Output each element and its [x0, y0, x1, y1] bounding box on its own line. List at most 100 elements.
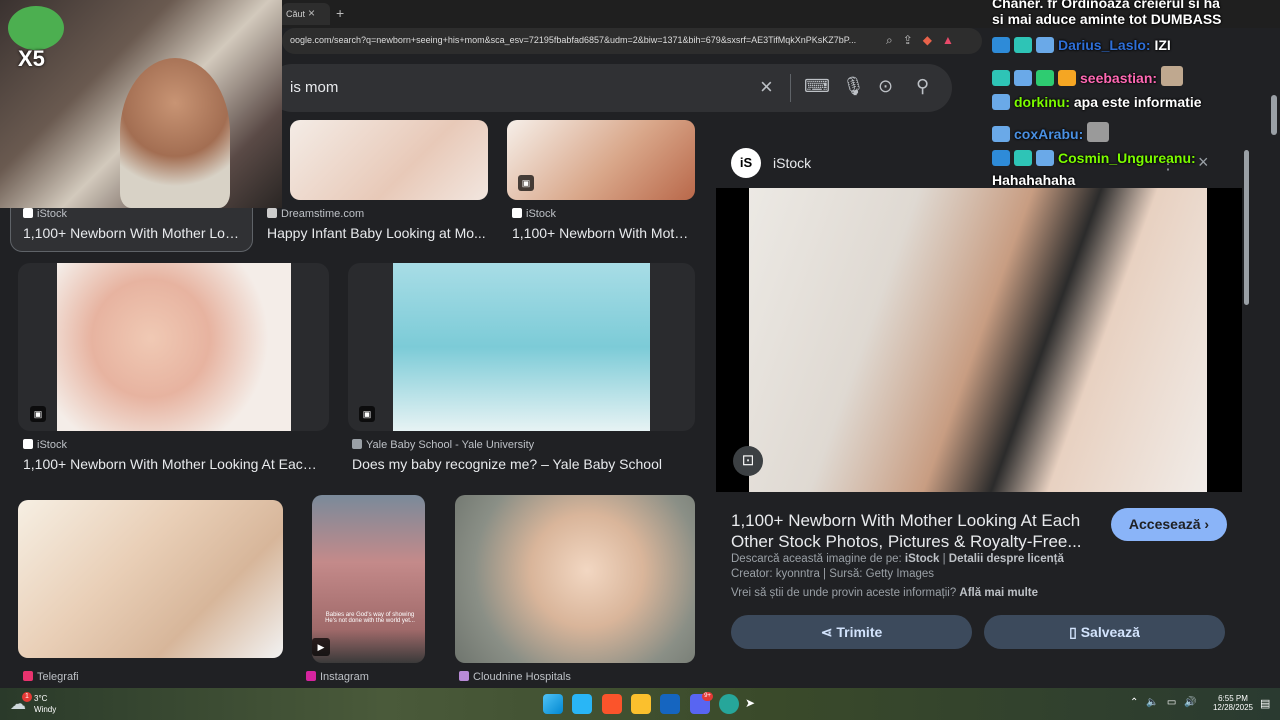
volume-icon[interactable]: 🔊: [1184, 697, 1196, 708]
result-image[interactable]: [290, 120, 488, 200]
badge-icon: [1014, 70, 1032, 86]
file-explorer-icon[interactable]: [631, 694, 651, 714]
result-image[interactable]: [18, 500, 283, 658]
badge-icon: [1058, 70, 1076, 86]
badge-icon: [992, 94, 1010, 110]
share-button[interactable]: ⋖ Trimite: [731, 615, 972, 649]
result-source: iStock: [23, 439, 67, 451]
emote-image-icon: [1087, 122, 1110, 142]
istock-logo-icon: iS: [731, 148, 761, 178]
lens-search-icon[interactable]: ⊡: [733, 446, 763, 476]
page-scrollbar[interactable]: [1271, 95, 1277, 135]
search-icon[interactable]: ⚲: [916, 76, 929, 97]
badge-icon: [1036, 37, 1054, 53]
result-title[interactable]: 1,100+ Newborn With Mother Looking At Ea…: [23, 456, 323, 472]
network-icon[interactable]: ▭: [1167, 697, 1176, 708]
yale-icon: [352, 439, 362, 449]
browser-tab[interactable]: Căut: [282, 3, 330, 25]
result-source: Instagram: [306, 671, 369, 683]
start-icon[interactable]: [543, 694, 563, 714]
result-title[interactable]: Happy Infant Baby Looking at Mo...: [267, 225, 492, 241]
app-icon[interactable]: [719, 694, 739, 714]
time: 6:55 PM: [1218, 694, 1248, 703]
result-source: Telegrafi: [23, 671, 79, 683]
badge-icon: [992, 126, 1010, 142]
image-badge-icon: ▣: [518, 175, 534, 191]
result-image[interactable]: [455, 495, 695, 663]
info-line: Vrei să știi de unde provin aceste infor…: [731, 587, 1039, 599]
search-input[interactable]: is mom: [290, 79, 338, 96]
streamer-figure: [120, 58, 230, 208]
zoom-icon[interactable]: ⌕: [886, 33, 893, 48]
badge-icon: [1014, 37, 1032, 53]
telegrafi-icon: [23, 671, 33, 681]
shield-icon[interactable]: ◆: [923, 33, 932, 48]
creator-line: Creator: kyonntra | Sursă: Getty Images: [731, 568, 935, 580]
panel-scrollbar[interactable]: [1244, 150, 1249, 305]
panel-title[interactable]: 1,100+ Newborn With Mother Looking At Ea…: [731, 510, 1082, 552]
result-source: iStock: [512, 208, 556, 220]
result-image[interactable]: [57, 263, 291, 431]
emote-image-icon: [1160, 66, 1183, 86]
learn-more-link[interactable]: Află mai multe: [959, 587, 1038, 599]
steam-icon[interactable]: [660, 694, 680, 714]
clear-icon[interactable]: ×: [760, 74, 773, 100]
result-image[interactable]: [507, 120, 695, 200]
weather-desc[interactable]: Windy: [34, 705, 56, 714]
weather-temp[interactable]: 3°C: [34, 694, 47, 703]
result-title[interactable]: 1,100+ Newborn With Moth...: [512, 225, 692, 241]
new-tab-icon[interactable]: +: [336, 5, 344, 21]
result-title[interactable]: Does my baby recognize me? – Yale Baby S…: [352, 456, 692, 472]
result-source: Cloudnine Hospitals: [459, 671, 571, 683]
chat-message: Cosmin_Ungureanu:: [992, 150, 1196, 166]
license-link[interactable]: Detalii despre licență: [949, 553, 1064, 565]
taskview-icon[interactable]: [572, 694, 592, 714]
keyboard-icon[interactable]: ⌨: [804, 76, 830, 97]
tab-close-icon[interactable]: ×: [308, 6, 315, 20]
chat-message: dorkinu: apa este informatie: [992, 94, 1202, 110]
result-source: Dreamstime.com: [267, 208, 364, 220]
chat-message: coxArabu:: [992, 122, 1113, 142]
istock-icon: [23, 208, 33, 218]
address-bar[interactable]: oogle.com/search?q=newborn+seeing+his+mo…: [282, 28, 982, 54]
badge-icon: [1014, 150, 1032, 166]
save-button[interactable]: ▯ Salvează: [984, 615, 1225, 649]
chevron-up-icon[interactable]: ⌃: [1130, 697, 1138, 708]
badge-icon: [992, 150, 1010, 166]
speaker-icon[interactable]: 🔈: [1146, 697, 1158, 708]
panel-image[interactable]: [749, 188, 1207, 492]
system-tray: ⌃ 🔈 ▭ 🔊: [1130, 697, 1197, 708]
image-badge-icon: ▣: [359, 406, 375, 422]
result-source: Yale Baby School - Yale University: [352, 439, 534, 451]
badge-icon: [1036, 150, 1054, 166]
result-image[interactable]: [393, 263, 650, 431]
close-icon[interactable]: ×: [1198, 152, 1209, 173]
download-source-link[interactable]: iStock: [905, 553, 940, 565]
chat-message-continued: Hahahahaha: [992, 172, 1076, 188]
panel-source[interactable]: iStock: [773, 155, 811, 171]
notification-icon[interactable]: ▤: [1260, 697, 1270, 710]
result-title[interactable]: 1,100+ Newborn With Mother Loo...: [23, 225, 243, 241]
brave-browser-icon[interactable]: [602, 694, 622, 714]
share-icon[interactable]: ⇪: [903, 33, 913, 48]
download-line: Descarcă această imagine de pe: iStock |…: [731, 553, 1064, 565]
badge-icon: [992, 37, 1010, 53]
triangle-icon[interactable]: ▲: [942, 33, 954, 48]
pepe-emote-icon: [8, 6, 64, 50]
istock-icon: [23, 439, 33, 449]
chat-line: si mai aduce aminte tot DUMBASS: [992, 11, 1222, 27]
visit-button[interactable]: Accesează ›: [1111, 508, 1227, 541]
weather-badge: 1: [22, 692, 32, 702]
dreamstime-icon: [267, 208, 277, 218]
result-source: iStock: [23, 208, 67, 220]
instagram-caption: Babies are God's way of showing He's not…: [325, 612, 415, 624]
play-icon[interactable]: ▶: [312, 638, 330, 656]
url-text: oogle.com/search?q=newborn+seeing+his+mo…: [290, 35, 857, 45]
multiplier-label: X5: [18, 46, 45, 71]
address-bar-icons: ⌕ ⇪ ◆ ▲: [886, 33, 954, 48]
chat-line: Chaner. fr Ordinoaza creierul si ha: [992, 0, 1220, 11]
date: 12/28/2025: [1212, 703, 1254, 712]
lens-icon[interactable]: ⊙: [878, 76, 893, 97]
clock[interactable]: 6:55 PM 12/28/2025: [1212, 694, 1254, 712]
microphone-icon[interactable]: 🎙: [842, 76, 865, 97]
